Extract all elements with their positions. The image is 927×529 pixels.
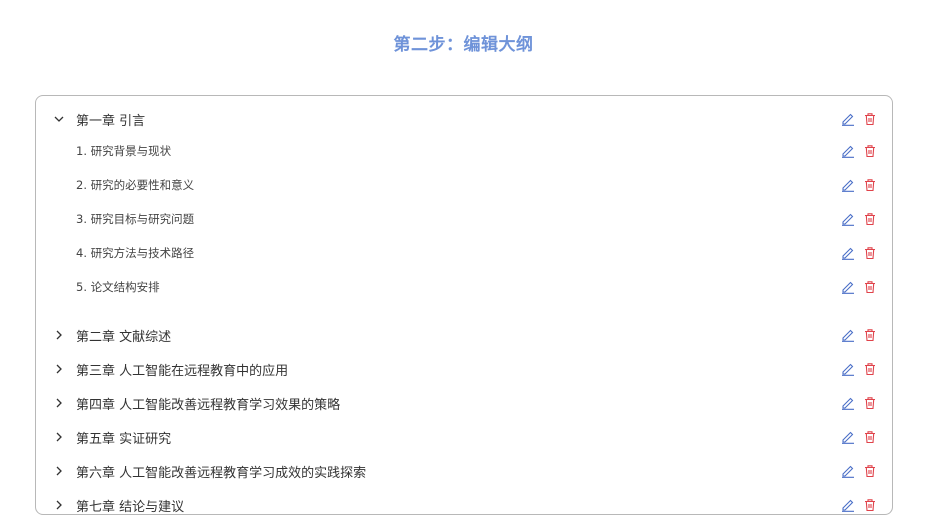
trash-icon[interactable] <box>863 246 877 260</box>
pencil-icon[interactable] <box>841 144 855 158</box>
section-row[interactable]: 1. 研究背景与现状 <box>36 136 892 166</box>
chevron-right-icon[interactable] <box>52 396 66 410</box>
trash-icon[interactable] <box>863 280 877 294</box>
chapter-title: 第六章 人工智能改善远程教育学习成效的实践探索 <box>76 465 367 481</box>
pencil-icon[interactable] <box>841 280 855 294</box>
chapter-row[interactable]: 第三章 人工智能在远程教育中的应用 <box>36 354 892 384</box>
section-row[interactable]: 3. 研究目标与研究问题 <box>36 204 892 234</box>
chapter-row[interactable]: 第四章 人工智能改善远程教育学习效果的策略 <box>36 388 892 418</box>
trash-icon[interactable] <box>863 112 877 126</box>
section-title: 1. 研究背景与现状 <box>76 144 172 158</box>
trash-icon[interactable] <box>863 464 877 478</box>
outline-tree: 第一章 引言 1. 研究背景与现状 2. 研究的必要性和意义 3. 研究目标与研… <box>35 95 893 515</box>
pencil-icon[interactable] <box>841 212 855 226</box>
chapter-row[interactable]: 第五章 实证研究 <box>36 422 892 452</box>
pencil-icon[interactable] <box>841 464 855 478</box>
pencil-icon[interactable] <box>841 362 855 376</box>
section-title: 3. 研究目标与研究问题 <box>76 212 195 226</box>
pencil-icon[interactable] <box>841 498 855 512</box>
chevron-down-icon[interactable] <box>52 112 66 126</box>
chevron-right-icon[interactable] <box>52 328 66 342</box>
chevron-right-icon[interactable] <box>52 464 66 478</box>
chapter-title: 第三章 人工智能在远程教育中的应用 <box>76 363 289 379</box>
chapter-title: 第四章 人工智能改善远程教育学习效果的策略 <box>76 397 341 413</box>
pencil-icon[interactable] <box>841 328 855 342</box>
chapter-row[interactable]: 第一章 引言 <box>36 104 892 134</box>
chevron-right-icon[interactable] <box>52 430 66 444</box>
trash-icon[interactable] <box>863 212 877 226</box>
trash-icon[interactable] <box>863 144 877 158</box>
chapter-title: 第七章 结论与建议 <box>76 499 185 515</box>
trash-icon[interactable] <box>863 498 877 512</box>
chapter-row[interactable]: 第二章 文献综述 <box>36 320 892 350</box>
section-title: 2. 研究的必要性和意义 <box>76 178 195 192</box>
trash-icon[interactable] <box>863 430 877 444</box>
pencil-icon[interactable] <box>841 246 855 260</box>
chapter-title: 第五章 实证研究 <box>76 431 172 447</box>
chapter-row[interactable]: 第六章 人工智能改善远程教育学习成效的实践探索 <box>36 456 892 486</box>
section-title: 4. 研究方法与技术路径 <box>76 246 195 260</box>
section-title: 5. 论文结构安排 <box>76 280 160 294</box>
section-row[interactable]: 5. 论文结构安排 <box>36 272 892 302</box>
section-row[interactable]: 2. 研究的必要性和意义 <box>36 170 892 200</box>
section-row[interactable]: 4. 研究方法与技术路径 <box>36 238 892 268</box>
pencil-icon[interactable] <box>841 178 855 192</box>
chevron-right-icon[interactable] <box>52 498 66 512</box>
page-title: 第二步：编辑大纲 <box>393 35 534 55</box>
chapter-row[interactable]: 第七章 结论与建议 <box>36 490 892 515</box>
trash-icon[interactable] <box>863 362 877 376</box>
chevron-right-icon[interactable] <box>52 362 66 376</box>
trash-icon[interactable] <box>863 328 877 342</box>
chapter-title: 第一章 引言 <box>76 113 146 129</box>
pencil-icon[interactable] <box>841 112 855 126</box>
trash-icon[interactable] <box>863 178 877 192</box>
pencil-icon[interactable] <box>841 396 855 410</box>
trash-icon[interactable] <box>863 396 877 410</box>
pencil-icon[interactable] <box>841 430 855 444</box>
chapter-title: 第二章 文献综述 <box>76 329 172 345</box>
